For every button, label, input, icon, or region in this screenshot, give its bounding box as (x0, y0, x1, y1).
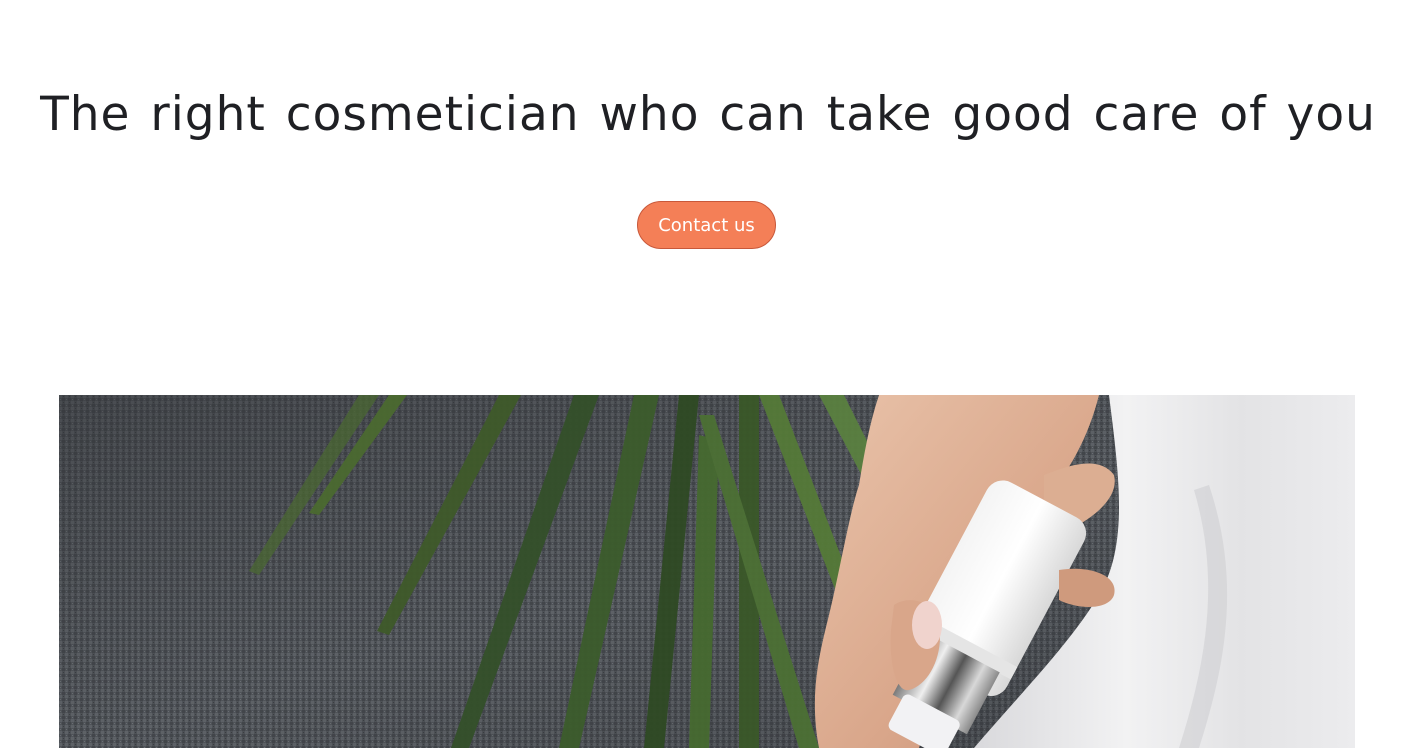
contact-us-button[interactable]: Contact us (637, 201, 776, 249)
hero-title: The right cosmetician who can take good … (40, 87, 1376, 142)
page: The right cosmetician who can take good … (0, 0, 1416, 748)
hero-image (59, 395, 1355, 748)
